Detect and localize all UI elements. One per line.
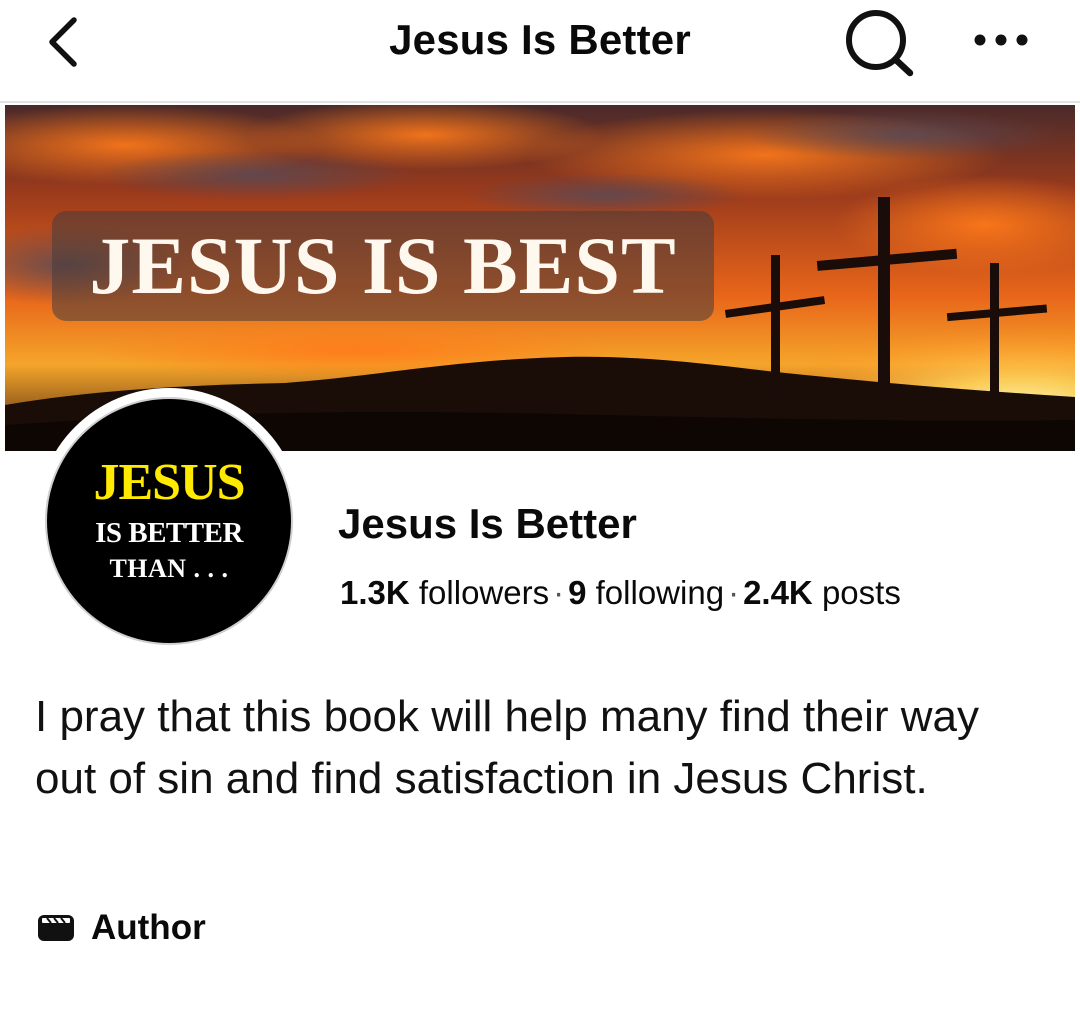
avatar-line-1: JESUS xyxy=(93,454,245,511)
avatar-line-3: THAN . . . xyxy=(109,554,229,583)
stats-separator: · xyxy=(728,574,740,611)
posts-count: 2.4K xyxy=(743,574,813,611)
avatar: JESUS IS BETTER THAN . . . xyxy=(45,397,293,645)
profile-avatar[interactable]: JESUS IS BETTER THAN . . . xyxy=(36,388,302,654)
cover-headline: JESUS IS BEST xyxy=(52,211,714,321)
stats-separator: · xyxy=(553,574,565,611)
profile-category: Author xyxy=(37,906,206,950)
avatar-line-2: IS BETTER xyxy=(95,517,243,549)
search-icon xyxy=(846,10,914,77)
more-options-icon xyxy=(974,34,1028,46)
profile-stats: 1.3K followers · 9 following · 2.4K posts xyxy=(340,574,901,612)
followers-label: followers xyxy=(418,574,550,611)
following-count: 9 xyxy=(568,574,587,611)
more-options-button[interactable] xyxy=(968,22,1034,58)
search-button[interactable] xyxy=(842,8,918,78)
profile-name: Jesus Is Better xyxy=(338,500,637,547)
category-label: Author xyxy=(91,908,206,947)
followers-count: 1.3K xyxy=(340,574,410,611)
profile-bio: I pray that this book will help many fin… xyxy=(35,692,980,803)
following-label: following xyxy=(595,574,725,611)
page-title: Jesus Is Better xyxy=(389,16,691,63)
top-bar: Jesus Is Better xyxy=(0,0,1080,103)
followers-link[interactable]: 1.3K followers xyxy=(340,574,549,611)
following-link[interactable]: 9 following xyxy=(568,574,724,611)
posts-link[interactable]: 2.4K posts xyxy=(743,574,901,611)
posts-label: posts xyxy=(821,574,901,611)
clapperboard-icon xyxy=(38,915,74,941)
